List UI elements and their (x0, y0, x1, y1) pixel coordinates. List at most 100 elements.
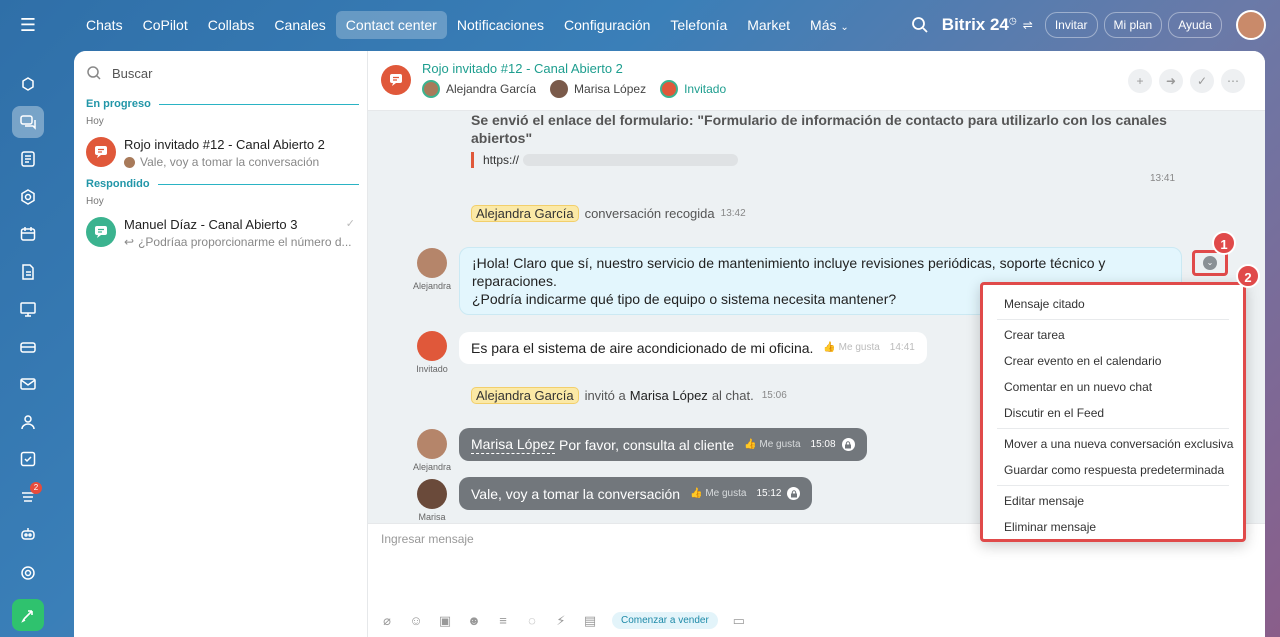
nav-telefonia[interactable]: Telefonía (660, 11, 737, 39)
documents-icon[interactable] (12, 256, 44, 288)
like-label: Me gusta (838, 342, 880, 353)
feed-icon[interactable] (12, 143, 44, 175)
chat-title[interactable]: Rojo invitado #12 - Canal Abierto 2 (422, 61, 623, 76)
hidden-message-icon[interactable]: ◌ (525, 613, 539, 628)
top-navigation: Chats CoPilot Collabs Canales Contact ce… (76, 10, 859, 40)
member-marisa[interactable]: Marisa López (550, 80, 646, 98)
nav-copilot[interactable]: CoPilot (133, 11, 198, 39)
message-bubble[interactable]: Vale, voy a tomar la conversación 👍 Me g… (459, 477, 813, 510)
like-button[interactable]: 👍 Me gusta (744, 436, 800, 454)
nav-market[interactable]: Market (737, 11, 800, 39)
menu-item-discuss-feed[interactable]: Discutir en el Feed (983, 400, 1243, 426)
user-mention[interactable]: Marisa López (630, 388, 708, 403)
message-time: 14:41 (889, 342, 915, 353)
emoji-icon[interactable]: ☻ (467, 613, 481, 628)
header-actions: + ➜ ✓ ⋯ (1121, 69, 1245, 93)
calendar-icon[interactable] (12, 218, 44, 250)
forward-icon[interactable]: ➜ (1159, 69, 1183, 93)
menu-item-comment-chat[interactable]: Comentar en un nuevo chat (983, 374, 1243, 400)
boards-icon[interactable] (12, 293, 44, 325)
date-label: Hoy (86, 116, 104, 127)
rocket-icon[interactable] (12, 599, 44, 631)
crm-icon[interactable] (12, 331, 44, 363)
system-text: al chat. (711, 388, 754, 403)
chat-title: Manuel Díaz - Canal Abierto 3 (124, 217, 298, 232)
chevron-down-icon: ⌄ (1203, 256, 1217, 270)
chat-search[interactable]: Buscar (86, 63, 152, 83)
menu-item-move-conversation[interactable]: Mover a una nueva conversación exclusiva (983, 431, 1243, 457)
chat-icon[interactable]: ▭ (732, 613, 746, 628)
author-name: Marisa (418, 512, 446, 522)
message-author[interactable]: Invitado (412, 331, 452, 374)
avatar (124, 156, 135, 168)
brand-name: Bitrix 24 (941, 15, 1009, 34)
quick-answer-icon[interactable]: ≡ (496, 613, 510, 628)
user-avatar[interactable] (1236, 10, 1266, 40)
like-label: Me gusta (759, 438, 801, 450)
copilot-icon[interactable] (12, 68, 44, 100)
add-user-icon[interactable]: + (1128, 69, 1152, 93)
system-text: invitó a (584, 388, 626, 403)
settings-gear-icon[interactable] (12, 557, 44, 589)
lock-icon (841, 438, 855, 451)
form-link[interactable]: https:// (471, 152, 1171, 168)
form-icon[interactable]: ▣ (438, 613, 452, 628)
message-text: Vale, voy a tomar la conversación (471, 485, 681, 502)
hamburger-menu-icon[interactable]: ☰ (17, 14, 39, 36)
message-input[interactable]: Ingresar mensaje (381, 532, 474, 546)
nav-contact-center[interactable]: Contact center (335, 11, 447, 39)
bot-icon[interactable] (12, 518, 44, 550)
user-mention[interactable]: Marisa López (471, 435, 556, 454)
my-plan-button[interactable]: Mi plan (1103, 12, 1163, 38)
nav-more-label: Más (810, 17, 837, 33)
attach-icon[interactable]: ⌀ (380, 613, 394, 628)
mail-icon[interactable] (12, 368, 44, 400)
menu-item-delete[interactable]: Eliminar mensaje (983, 514, 1243, 540)
message-time: 15:06 (761, 390, 787, 401)
menu-item-edit[interactable]: Editar mensaje (983, 488, 1243, 514)
message-author[interactable]: Alejandra (412, 248, 452, 291)
nav-notificaciones[interactable]: Notificaciones (447, 11, 554, 39)
nav-configuracion[interactable]: Configuración (554, 11, 660, 39)
list-item[interactable]: Manuel Díaz - Canal Abierto 3 ↩ ¿Podríaa … (86, 217, 359, 257)
start-selling-button[interactable]: Comenzar a vender (612, 612, 718, 629)
member-alejandra[interactable]: Alejandra García (422, 80, 536, 98)
list-item[interactable]: Rojo invitado #12 - Canal Abierto 2 Vale… (86, 137, 359, 177)
menu-item-save-answer[interactable]: Guardar como respuesta predeterminada (983, 457, 1243, 483)
sliders-icon[interactable]: ⇌ (1023, 18, 1033, 32)
top-right-bar: Bitrix 24◷ ⇌ Invitar Mi plan Ayuda (910, 8, 1280, 42)
employees-icon[interactable] (12, 406, 44, 438)
more-icon[interactable]: ⋯ (1221, 69, 1245, 93)
member-invitado[interactable]: Invitado (660, 80, 726, 98)
message-author[interactable]: Alejandra (412, 429, 452, 472)
help-button[interactable]: Ayuda (1168, 12, 1222, 38)
user-mention[interactable]: Alejandra García (471, 387, 579, 404)
groups-icon[interactable] (12, 181, 44, 213)
document-icon[interactable]: ▤ (583, 613, 597, 628)
clock-icon: ◷ (1008, 15, 1017, 26)
contact-icon[interactable]: ☺ (409, 613, 423, 628)
blurred-url (523, 154, 739, 166)
chats-icon[interactable] (12, 106, 44, 138)
invite-button[interactable]: Invitar (1044, 12, 1098, 38)
user-mention[interactable]: Alejandra García (471, 205, 579, 222)
menu-item-create-event[interactable]: Crear evento en el calendario (983, 348, 1243, 374)
message-author[interactable]: Marisa (412, 479, 452, 522)
search-icon[interactable] (910, 15, 930, 35)
nav-canales[interactable]: Canales (264, 11, 335, 39)
menu-item-create-task[interactable]: Crear tarea (983, 322, 1243, 348)
tasks-icon[interactable] (12, 443, 44, 475)
payment-icon[interactable]: ⚡ (554, 613, 568, 628)
nav-more[interactable]: Más ⌄ (800, 11, 859, 39)
finish-icon[interactable]: ✓ (1190, 69, 1214, 93)
nav-collabs[interactable]: Collabs (198, 11, 265, 39)
message-time: 15:08 (810, 438, 836, 450)
menu-item-quote[interactable]: Mensaje citado (983, 291, 1243, 317)
message-bubble[interactable]: Marisa López Por favor, consulta al clie… (459, 428, 867, 461)
system-message: Alejandra García invitó a Marisa López a… (471, 387, 787, 404)
nav-chats[interactable]: Chats (76, 11, 133, 39)
automation-icon[interactable]: 2 (12, 481, 44, 513)
like-button[interactable]: 👍 Me gusta (823, 339, 879, 357)
like-button[interactable]: 👍 Me gusta (690, 485, 746, 503)
message-bubble[interactable]: Es para el sistema de aire acondicionado… (459, 332, 927, 364)
